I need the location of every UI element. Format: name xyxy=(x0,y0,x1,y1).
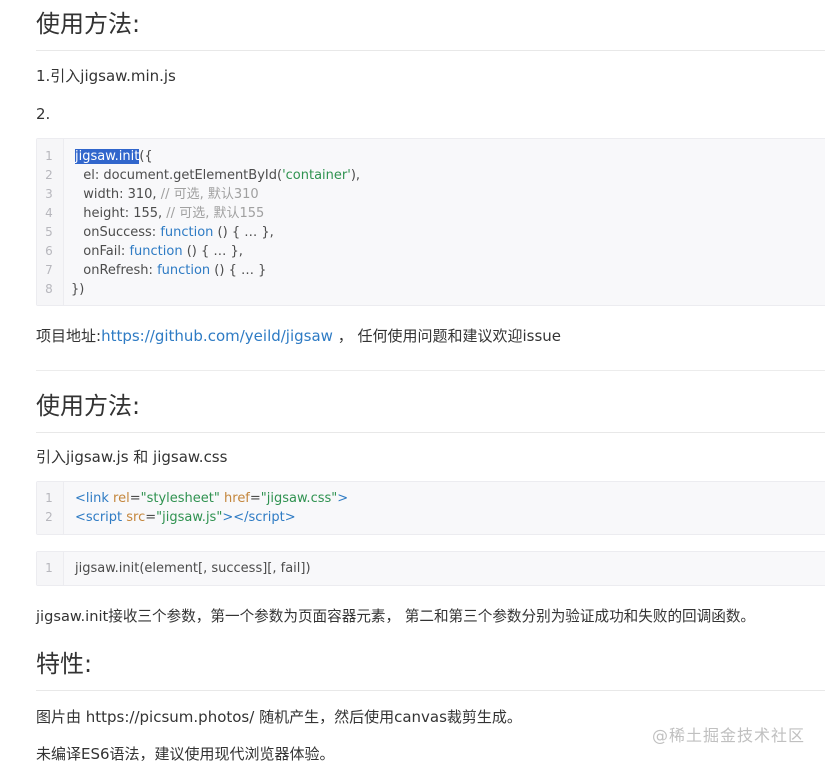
project-suffix: ， 任何使用问题和建议欢迎issue xyxy=(332,327,562,345)
code-line: 5 onSuccess: function () { … }, xyxy=(45,225,274,240)
divider xyxy=(36,370,825,371)
section-heading-features: 特性: xyxy=(36,640,825,691)
feature-item-1: 图片由 https://picsum.photos/ 随机产生，然后使用canv… xyxy=(36,708,522,726)
code-line: 2 <script src="jigsaw.js"></script> xyxy=(45,510,296,525)
watermark: @稀土掘金技术社区 xyxy=(651,726,805,745)
code-line: 3 width: 310, // 可选, 默认310 xyxy=(45,187,259,202)
section-heading-usage: 使用方法: xyxy=(36,0,825,51)
project-label: 项目地址: xyxy=(36,327,102,345)
code-line: 1 jigsaw.init(element[, success][, fail]) xyxy=(45,561,311,576)
code-line: 8}) xyxy=(45,282,85,297)
code-line: 7 onRefresh: function () { … } xyxy=(45,263,267,278)
code-block-init: 1 jigsaw.init({ 2 el: document.getElement… xyxy=(36,138,825,306)
step-2-text: 2. xyxy=(36,105,51,123)
code-block-signature: 1 jigsaw.init(element[, success][, fail]) xyxy=(36,551,825,586)
code-line: 1 <link rel="stylesheet" href="jigsaw.css… xyxy=(45,491,349,506)
project-link[interactable]: https://github.com/yeild/jigsaw xyxy=(101,327,333,345)
code-line: 4 height: 155, // 可选, 默认155 xyxy=(45,206,265,221)
code-line: 6 onFail: function () { … }, xyxy=(45,244,243,259)
section-heading-usage-2: 使用方法: xyxy=(36,382,825,433)
code-line: 1 jigsaw.init({ xyxy=(45,149,153,164)
intro-text: 引入jigsaw.js 和 jigsaw.css xyxy=(36,448,228,466)
init-description: jigsaw.init接收三个参数，第一个参数为页面容器元素， 第二和第三个参数… xyxy=(36,608,756,625)
feature-item-2: 未编译ES6语法，建议使用现代浏览器体验。 xyxy=(36,745,335,763)
step-1-text: 1.引入jigsaw.min.js xyxy=(36,67,176,85)
code-block-include: 1 <link rel="stylesheet" href="jigsaw.css… xyxy=(36,481,825,535)
code-line: 2 el: document.getElementById('container… xyxy=(45,168,361,183)
project-address: 项目地址:https://github.com/yeild/jigsaw ， 任… xyxy=(36,325,561,347)
selected-text: jigsaw.init xyxy=(75,149,140,164)
